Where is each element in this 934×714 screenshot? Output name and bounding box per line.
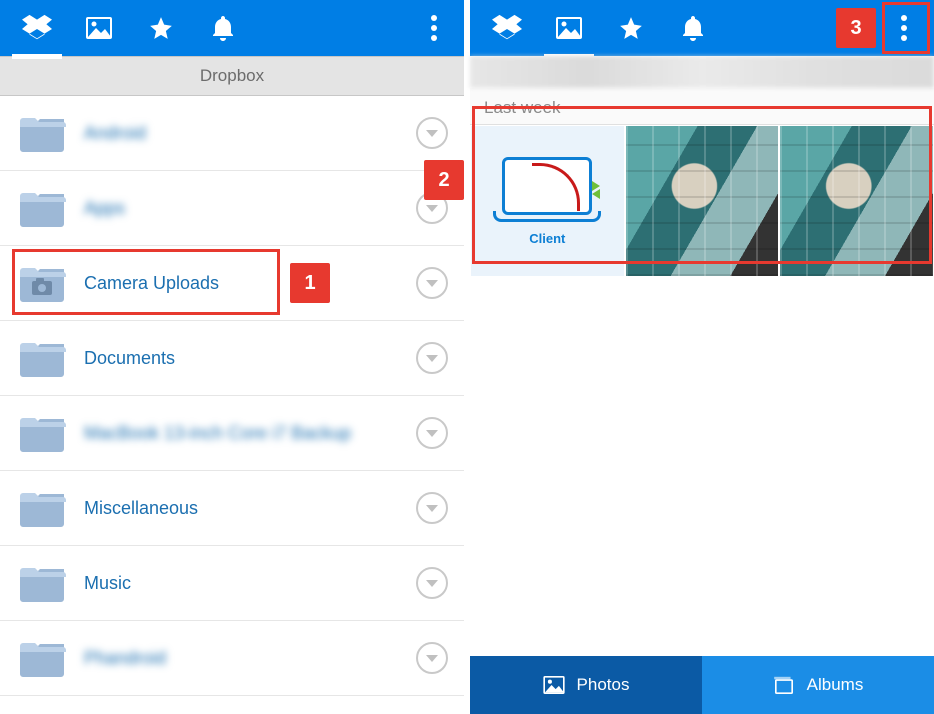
folder-name: Android (84, 123, 416, 144)
folder-item[interactable]: Documents (0, 321, 464, 396)
thumbnail-row: Client (470, 125, 934, 277)
folder-expand-button[interactable] (416, 567, 448, 599)
folder-icon (18, 563, 66, 603)
bottom-tabs: Photos Albums (470, 656, 934, 714)
folder-name: Apps (84, 198, 416, 219)
chevron-down-icon (426, 130, 438, 137)
folder-expand-button[interactable] (416, 642, 448, 674)
more-icon (901, 13, 907, 43)
arrow-in-icon (592, 189, 600, 199)
folder-name: Music (84, 573, 416, 594)
thumb-graffiti-1[interactable] (625, 125, 780, 277)
tab-dropbox-r[interactable] (476, 0, 538, 56)
folder-expand-button[interactable] (416, 417, 448, 449)
chevron-down-icon (426, 430, 438, 437)
folder-name: Camera Uploads (84, 273, 416, 294)
bell-icon (681, 15, 705, 41)
chevron-down-icon (426, 280, 438, 287)
dropbox-icon (22, 14, 52, 42)
prev-section-edge (470, 56, 934, 88)
tab-photos-r[interactable] (538, 0, 600, 56)
folder-item[interactable]: Camera Uploads (0, 246, 464, 321)
folder-icon (18, 113, 66, 153)
folder-icon (18, 188, 66, 228)
folder-icon (18, 338, 66, 378)
folder-name: MacBook 13-inch Core i7 Backup (84, 423, 416, 444)
folder-expand-button[interactable] (416, 117, 448, 149)
folder-item[interactable]: MacBook 13-inch Core i7 Backup (0, 396, 464, 471)
photos-icon (86, 17, 112, 39)
thumb-client-diagram[interactable]: Client (470, 125, 625, 277)
chevron-down-icon (426, 355, 438, 362)
folder-expand-button[interactable] (416, 342, 448, 374)
star-icon (148, 15, 174, 41)
folder-icon (18, 488, 66, 528)
tab-photos[interactable] (68, 0, 130, 56)
header-title-text: Dropbox (200, 66, 264, 86)
screen-photos: Last week Client Photos Albums 3 (470, 0, 934, 714)
bottom-tab-photos[interactable]: Photos (470, 656, 702, 714)
folder-list: Android Apps Camera Uploads Documents MacBoo… (0, 96, 464, 714)
folder-item[interactable]: Android (0, 96, 464, 171)
tab-favorites[interactable] (130, 0, 192, 56)
folder-expand-button[interactable] (416, 267, 448, 299)
albums-icon (773, 676, 795, 694)
tab-dropbox[interactable] (6, 0, 68, 56)
folder-item[interactable]: Apps (0, 171, 464, 246)
topbar-left (0, 0, 464, 56)
dropbox-icon (492, 14, 522, 42)
bottom-tab-albums[interactable]: Albums (702, 656, 934, 714)
chevron-down-icon (426, 505, 438, 512)
chevron-down-icon (426, 580, 438, 587)
bottom-tab-albums-label: Albums (807, 675, 864, 695)
menu-button-left[interactable] (410, 0, 458, 56)
more-icon (431, 13, 437, 43)
section-label-text: Last week (484, 98, 561, 117)
folder-item[interactable]: Phandroid (0, 621, 464, 696)
bottom-tab-photos-label: Photos (577, 675, 630, 695)
folder-name: Phandroid (84, 648, 416, 669)
camera-folder-icon (18, 263, 66, 303)
folder-item[interactable]: Music (0, 546, 464, 621)
tab-notifications-r[interactable] (662, 0, 724, 56)
photos-icon (543, 676, 565, 694)
thumb-graffiti-2[interactable] (779, 125, 934, 277)
folder-expand-button[interactable] (416, 492, 448, 524)
folder-name: Documents (84, 348, 416, 369)
folder-item[interactable]: Miscellaneous (0, 471, 464, 546)
folder-expand-button[interactable] (416, 192, 448, 224)
chevron-down-icon (426, 205, 438, 212)
thumb-client-label: Client (529, 231, 565, 246)
folder-icon (18, 413, 66, 453)
menu-button-right[interactable] (880, 0, 928, 56)
chevron-down-icon (426, 655, 438, 662)
screen-files: Dropbox Android Apps Camera Uploads Documen… (0, 0, 464, 714)
bell-icon (211, 15, 235, 41)
star-icon (618, 15, 644, 41)
folder-icon (18, 638, 66, 678)
header-title: Dropbox (0, 56, 464, 96)
section-label: Last week (470, 88, 934, 125)
tab-favorites-r[interactable] (600, 0, 662, 56)
topbar-right (470, 0, 934, 56)
folder-name: Miscellaneous (84, 498, 416, 519)
tab-notifications[interactable] (192, 0, 254, 56)
photos-icon (556, 17, 582, 39)
photos-empty-space (470, 277, 934, 656)
